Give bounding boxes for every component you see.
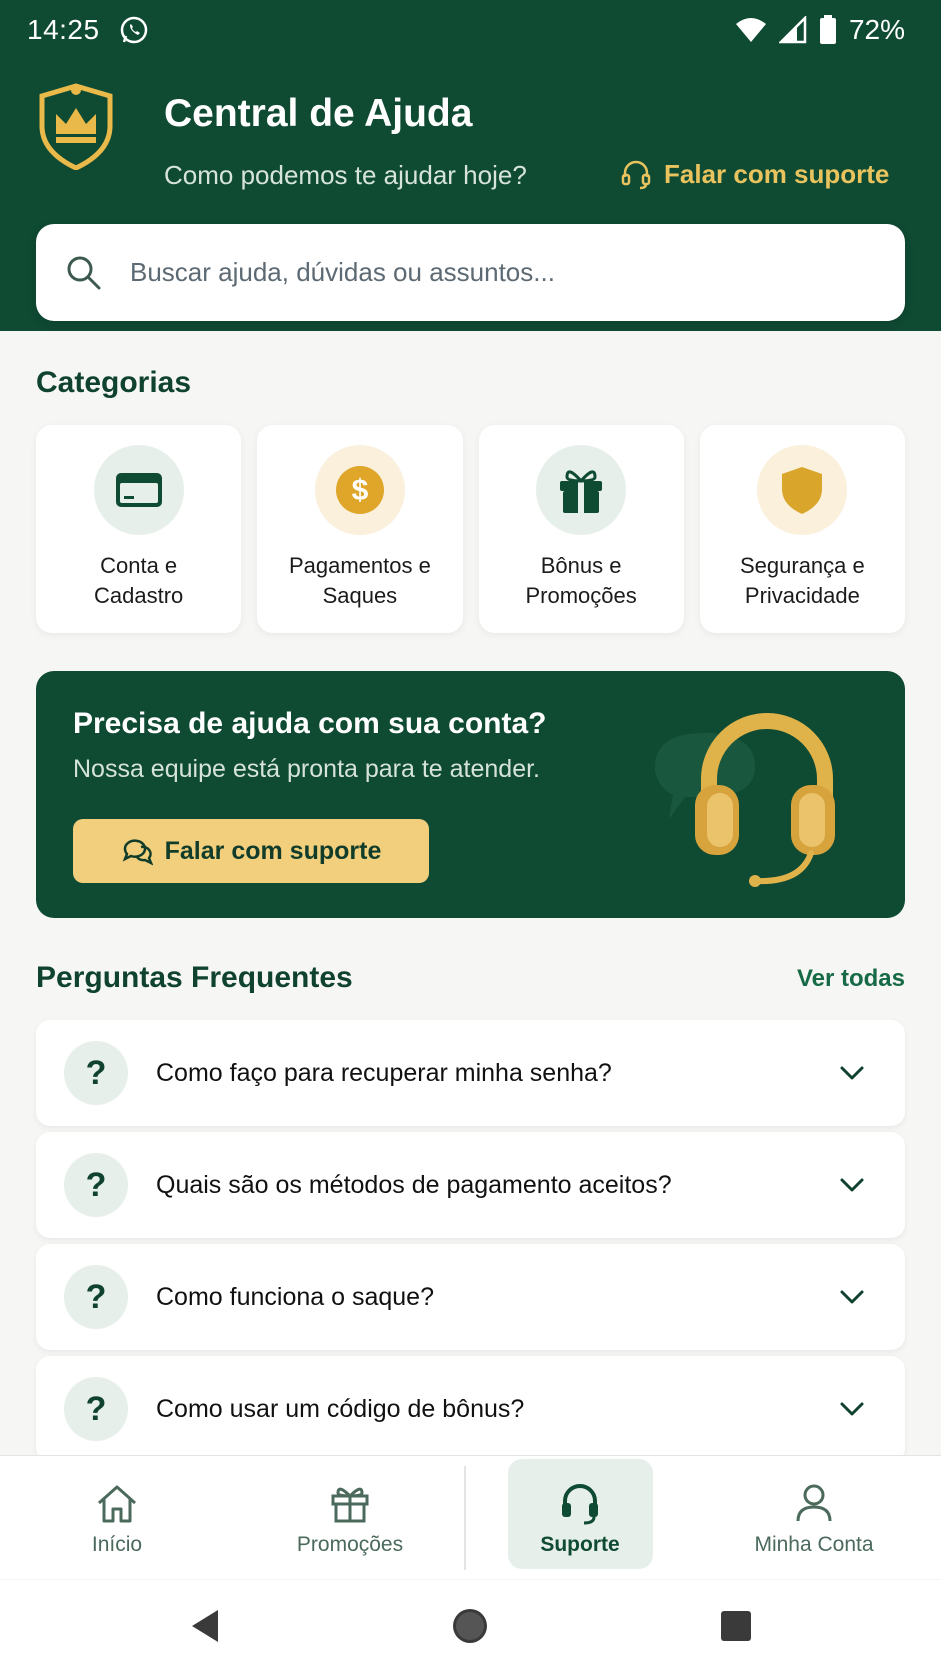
nav-item-support[interactable]: Suporte: [520, 1456, 640, 1580]
nav-label: Minha Conta: [754, 1533, 874, 1556]
category-label: Bônus e Promoções: [525, 553, 637, 608]
category-label: Pagamentos e Saques: [288, 553, 431, 608]
nav-label: Início: [91, 1533, 143, 1556]
shield-icon: [782, 467, 823, 514]
faq-item[interactable]: ? Como usar um código de bônus?: [36, 1356, 905, 1462]
category-security[interactable]: Segurança e Privacidade: [699, 425, 905, 633]
page-title: Central de Ajuda: [164, 92, 473, 135]
faq-question: Como usar um código de bônus?: [156, 1394, 525, 1423]
gift-icon: [331, 1487, 369, 1523]
header-support-label: Falar com suporte: [664, 158, 890, 189]
battery-icon: [819, 15, 836, 44]
system-nav-bar: [0, 1580, 941, 1672]
whatsapp-icon: [120, 16, 148, 44]
battery-percentage: 72%: [848, 14, 905, 45]
coin-icon-bg: $: [314, 445, 405, 535]
search-input[interactable]: [130, 257, 870, 288]
card-icon-bg: [93, 445, 184, 535]
chevron-down-icon: [840, 1402, 864, 1416]
category-payments[interactable]: $ Pagamentos e Saques: [257, 425, 463, 633]
category-label: Segurança e Privacidade: [739, 553, 865, 608]
category-account[interactable]: Conta e Cadastro: [36, 425, 242, 633]
question-mark-icon: ?: [64, 1377, 128, 1441]
search-icon: [67, 256, 101, 289]
faq-item[interactable]: ? Como faço para recuperar minha senha?: [36, 1020, 905, 1126]
question-mark-icon: ?: [64, 1041, 128, 1105]
status-bar: 14:25 72%: [0, 0, 941, 60]
gift-icon-bg: [536, 445, 627, 535]
bottom-nav: Início Promoções Suporte Minha Conta: [0, 1455, 941, 1579]
user-icon: [796, 1484, 832, 1522]
headset-icon: [562, 1484, 598, 1525]
categories-grid: Conta e Cadastro $ Pagamentos e Saques B…: [36, 425, 905, 633]
chat-bubbles-icon: [122, 839, 153, 866]
dollar-coin-icon: $: [335, 466, 384, 514]
faq-question: Quais são os métodos de pagamento aceito…: [156, 1170, 672, 1199]
faq-list: ? Como faço para recuperar minha senha? …: [36, 1020, 905, 1468]
headphones-illustration: [655, 713, 835, 887]
promo-support-button[interactable]: Falar com suporte: [73, 819, 429, 883]
support-promo-banner: Precisa de ajuda com sua conta? Nossa eq…: [36, 671, 905, 918]
home-button-icon[interactable]: [450, 1606, 490, 1646]
categories-title: Categorias: [36, 366, 192, 399]
nav-label: Promoções: [296, 1533, 404, 1556]
back-icon[interactable]: [186, 1606, 226, 1646]
headset-icon: [621, 160, 651, 190]
nav-item-account[interactable]: Minha Conta: [744, 1456, 884, 1580]
faq-title: Perguntas Frequentes: [36, 961, 353, 994]
chevron-down-icon: [840, 1066, 864, 1080]
nav-label: Suporte: [540, 1533, 620, 1556]
faq-question: Como funciona o saque?: [156, 1282, 434, 1311]
faq-item[interactable]: ? Quais são os métodos de pagamento acei…: [36, 1132, 905, 1238]
chevron-down-icon: [840, 1290, 864, 1304]
faq-item[interactable]: ? Como funciona o saque?: [36, 1244, 905, 1350]
nav-item-promotions[interactable]: Promoções: [280, 1456, 420, 1580]
nav-item-home[interactable]: Início: [62, 1456, 172, 1580]
category-bonus[interactable]: Bônus e Promoções: [478, 425, 684, 633]
page-subtitle: Como podemos te ajudar hoje?: [164, 160, 527, 190]
category-label: Conta e Cadastro: [93, 553, 184, 608]
status-time: 14:25: [27, 14, 100, 45]
faq-view-all-link[interactable]: Ver todas: [797, 965, 905, 993]
promo-subtitle: Nossa equipe está pronta para te atender…: [73, 755, 540, 783]
faq-question: Como faço para recuperar minha senha?: [156, 1058, 612, 1087]
promo-title: Precisa de ajuda com sua conta?: [73, 707, 547, 740]
home-icon: [98, 1485, 136, 1523]
gift-icon: [560, 470, 603, 513]
signal-icon: [778, 16, 807, 44]
status-icons: 72%: [735, 12, 905, 48]
svg-text:$: $: [352, 474, 369, 507]
question-mark-icon: ?: [64, 1265, 128, 1329]
wifi-icon: [735, 18, 766, 42]
chevron-down-icon: [840, 1178, 864, 1192]
header: 14:25 72% Central de Ajuda Como podemos …: [0, 0, 941, 331]
header-support-link[interactable]: Falar com suporte: [620, 158, 889, 190]
promo-button-label: Falar com suporte: [164, 836, 382, 865]
card-icon: [115, 473, 162, 507]
recents-icon[interactable]: [716, 1606, 756, 1646]
shield-icon-bg: [757, 445, 848, 535]
nav-divider: [464, 1466, 466, 1570]
question-mark-icon: ?: [64, 1153, 128, 1217]
crown-shield-logo: [39, 83, 113, 170]
search-box[interactable]: [36, 224, 905, 321]
